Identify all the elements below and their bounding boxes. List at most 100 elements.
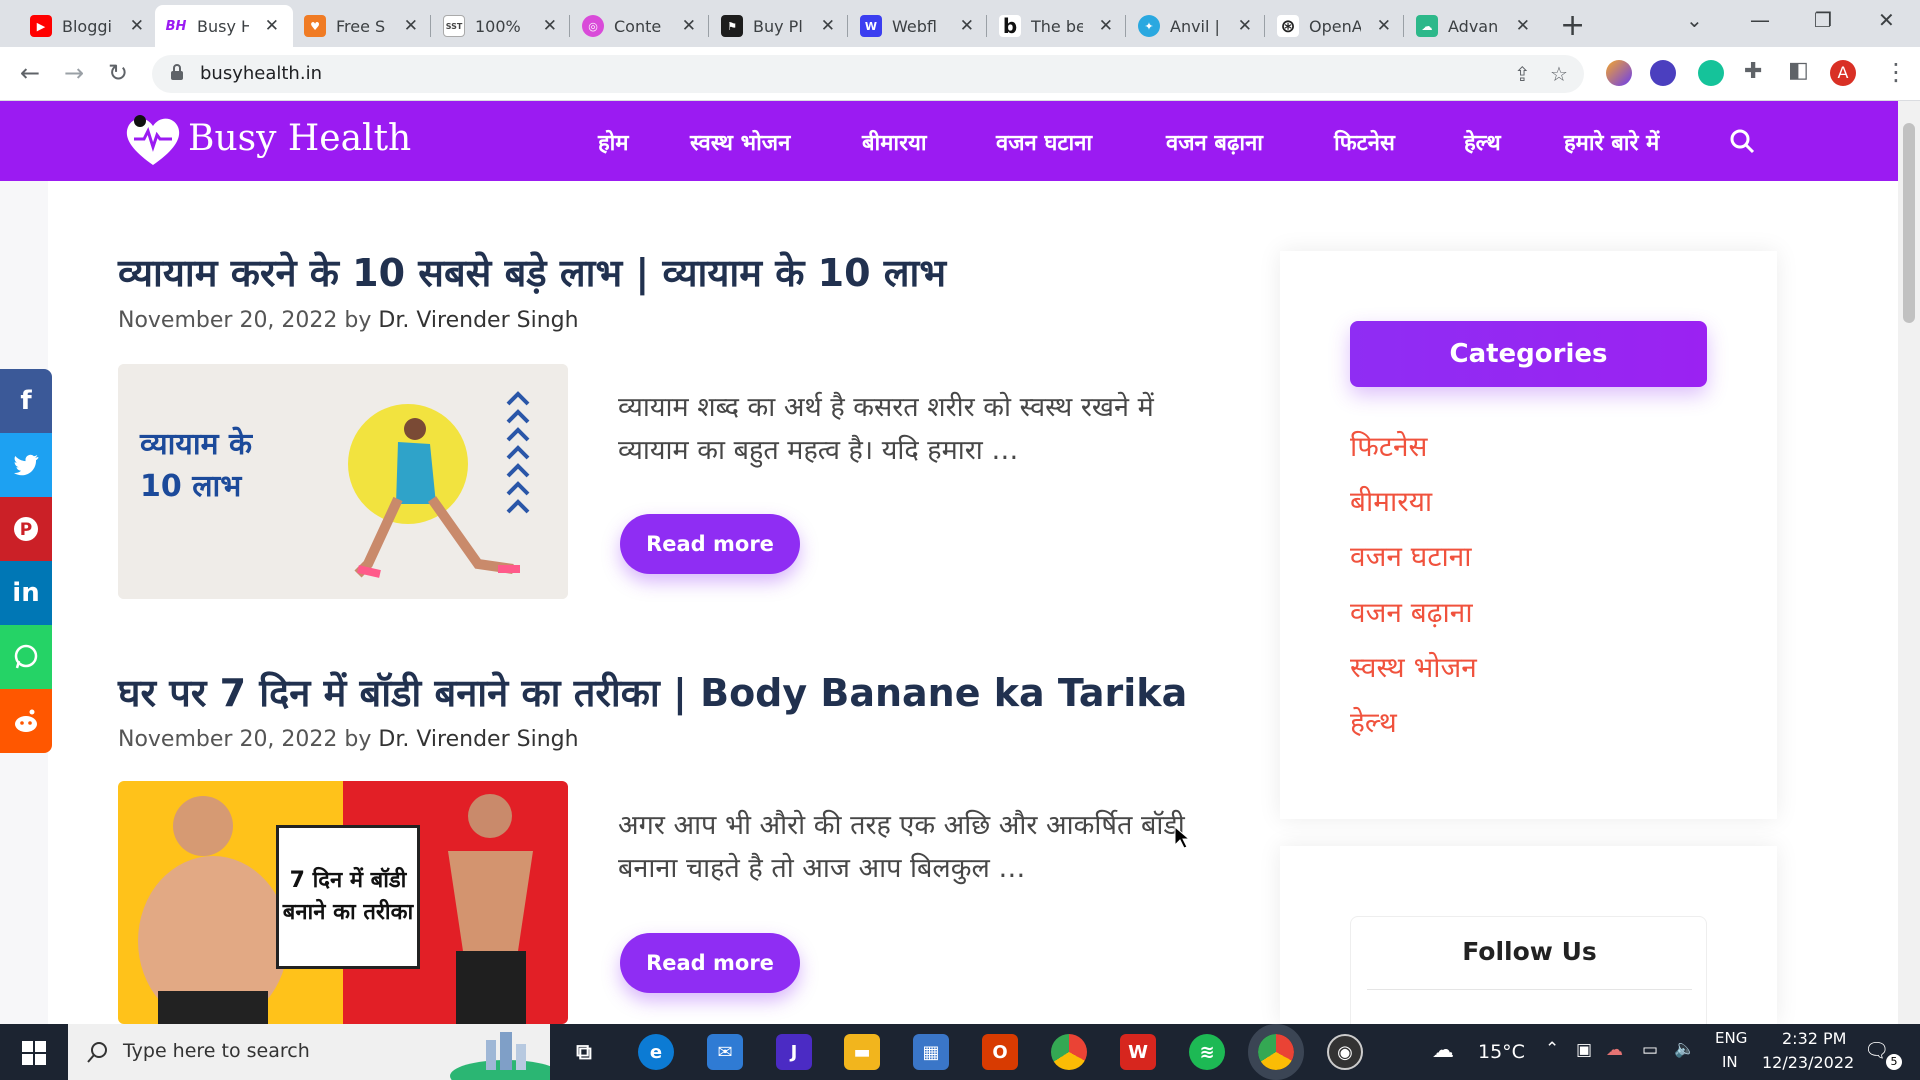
close-icon[interactable]: ✕ (265, 16, 279, 36)
category-link[interactable]: फिटनेस (1350, 427, 1427, 465)
weather-cloud-icon[interactable]: ☁ (1432, 1038, 1454, 1063)
close-icon[interactable]: ✕ (821, 16, 835, 36)
nav-item-healthy-food[interactable]: स्वस्थ भोजन (690, 127, 790, 157)
chrome-icon[interactable] (1051, 1034, 1087, 1070)
post-title[interactable]: व्यायाम करने के 10 सबसे बड़े लाभ | व्याय… (118, 246, 946, 298)
forward-arrow-icon[interactable]: → (64, 59, 84, 87)
restore-icon[interactable]: ❐ (1814, 8, 1832, 32)
nav-item-health[interactable]: हेल्थ (1464, 127, 1501, 157)
taskbar-search-box[interactable]: Type here to search (68, 1024, 550, 1080)
linkedin-share-button[interactable]: in (0, 561, 52, 625)
category-link[interactable]: वजन बढ़ाना (1350, 593, 1473, 631)
nav-item-weight-gain[interactable]: वजन बढ़ाना (1166, 127, 1263, 157)
file-explorer-icon[interactable]: ▬ (844, 1034, 880, 1070)
extension-icon[interactable] (1606, 60, 1632, 86)
tab-openai[interactable]: ⊛ OpenA ✕ (1267, 5, 1405, 47)
post-title[interactable]: घर पर 7 दिन में बॉडी बनाने का तरीका | Bo… (118, 666, 1187, 718)
tab-advan[interactable]: ☁ Advan ✕ (1406, 5, 1544, 47)
w-logo-icon: W (860, 15, 882, 37)
profile-avatar[interactable]: A (1830, 60, 1856, 86)
task-view-icon[interactable]: ⧉ (566, 1034, 602, 1070)
tab-busy-health[interactable]: BH Busy H ✕ (155, 5, 293, 47)
download-extension-icon[interactable] (1650, 60, 1676, 86)
url-text[interactable]: busyhealth.in (200, 63, 322, 84)
browser-menu-icon[interactable]: ⋮ (1884, 58, 1908, 86)
read-more-button[interactable]: Read more (620, 933, 800, 993)
reload-icon[interactable]: ↻ (108, 59, 128, 87)
heart-stethoscope-logo-icon[interactable] (122, 111, 184, 169)
close-icon[interactable]: ✕ (682, 16, 696, 36)
clock-date[interactable]: 12/23/2022 (1762, 1053, 1854, 1072)
search-icon[interactable] (1728, 127, 1756, 155)
scrollbar-thumb[interactable] (1903, 123, 1915, 323)
close-icon[interactable]: ✕ (1377, 16, 1391, 36)
reddit-share-button[interactable] (0, 689, 52, 753)
language-top[interactable]: ENG (1715, 1029, 1747, 1047)
language-bottom[interactable]: IN (1722, 1053, 1738, 1071)
page-scrollbar[interactable] (1898, 101, 1920, 1024)
close-icon[interactable]: ✕ (543, 16, 557, 36)
meet-now-icon[interactable]: ▣ (1576, 1040, 1592, 1060)
nav-item-about-us[interactable]: हमारे बारे में (1564, 127, 1659, 157)
whatsapp-share-button[interactable] (0, 625, 52, 689)
chrome-active-icon[interactable] (1248, 1024, 1304, 1080)
close-icon[interactable]: ✕ (130, 16, 144, 36)
mail-icon[interactable]: ✉ (707, 1034, 743, 1070)
windows-start-icon[interactable] (22, 1041, 46, 1065)
tab-webflow[interactable]: W Webfl ✕ (850, 5, 988, 47)
bookmark-star-icon[interactable]: ☆ (1550, 62, 1568, 86)
network-icon[interactable]: ▭ (1642, 1040, 1658, 1060)
side-panel-icon[interactable]: ◧ (1788, 58, 1809, 83)
close-icon[interactable]: ✕ (960, 16, 974, 36)
category-link[interactable]: स्वस्थ भोजन (1350, 648, 1477, 686)
jetbrains-icon[interactable]: J (776, 1034, 812, 1070)
tab-content[interactable]: ◎ Conte ✕ (572, 5, 710, 47)
minimize-icon[interactable]: — (1750, 8, 1770, 32)
tab-anvil[interactable]: ✦ Anvil | ✕ (1128, 5, 1266, 47)
post-author[interactable]: Dr. Virender Singh (378, 308, 578, 333)
nav-item-fitness[interactable]: फिटनेस (1334, 127, 1395, 157)
tab-free-s[interactable]: ♥ Free S ✕ (294, 5, 432, 47)
tab-100[interactable]: SST 100% ✕ (433, 5, 571, 47)
category-link[interactable]: हेल्थ (1350, 703, 1397, 741)
tab-bloggi[interactable]: ▶ Bloggi ✕ (20, 5, 158, 47)
window-close-icon[interactable]: ✕ (1878, 8, 1895, 32)
category-link[interactable]: वजन घटाना (1350, 537, 1472, 575)
obs-studio-icon[interactable]: ◉ (1327, 1034, 1363, 1070)
nav-item-diseases[interactable]: बीमारया (862, 127, 927, 157)
tab-search-chevron-icon[interactable]: ⌄ (1686, 8, 1703, 32)
office-icon[interactable]: O (982, 1034, 1018, 1070)
pinterest-share-button[interactable]: P (0, 497, 52, 561)
puzzle-extensions-icon[interactable]: ✚ (1744, 59, 1762, 84)
grammarly-icon[interactable] (1698, 60, 1724, 86)
address-bar[interactable]: busyhealth.in ⇪ ☆ (152, 55, 1584, 93)
close-icon[interactable]: ✕ (1099, 16, 1113, 36)
volume-icon[interactable]: 🔈 (1674, 1039, 1695, 1059)
microsoft-store-icon[interactable]: ▦ (913, 1034, 949, 1070)
share-icon[interactable]: ⇪ (1514, 62, 1531, 86)
post-thumbnail[interactable]: 7 दिन में बॉडी बनाने का तरीका (118, 781, 568, 1024)
back-arrow-icon[interactable]: ← (20, 59, 40, 87)
tab-the-be[interactable]: b The be ✕ (989, 5, 1127, 47)
site-logo-text[interactable]: Busy Health (188, 118, 411, 159)
twitter-share-button[interactable] (0, 433, 52, 497)
wps-office-icon[interactable]: W (1120, 1034, 1156, 1070)
read-more-button[interactable]: Read more (620, 514, 800, 574)
close-icon[interactable]: ✕ (1238, 16, 1252, 36)
clock-time[interactable]: 2:32 PM (1782, 1029, 1846, 1048)
nav-item-weight-loss[interactable]: वजन घटाना (996, 127, 1092, 157)
nav-item-home[interactable]: होम (598, 127, 629, 157)
post-author[interactable]: Dr. Virender Singh (378, 727, 578, 752)
category-link[interactable]: बीमारया (1350, 482, 1432, 520)
show-hidden-icons-chevron-icon[interactable]: ⌃ (1545, 1039, 1559, 1059)
post-thumbnail[interactable]: व्यायाम के 10 लाभ (118, 364, 568, 599)
temperature-text[interactable]: 15°C (1478, 1041, 1525, 1063)
onedrive-icon[interactable]: ☁ (1606, 1040, 1623, 1060)
spotify-icon[interactable]: ≋ (1189, 1034, 1225, 1070)
facebook-share-button[interactable]: f (0, 369, 52, 433)
tab-buy-pl[interactable]: ⚑ Buy Pl ✕ (711, 5, 849, 47)
close-icon[interactable]: ✕ (404, 16, 418, 36)
close-icon[interactable]: ✕ (1516, 16, 1530, 36)
edge-icon[interactable]: e (638, 1034, 674, 1070)
new-tab-button[interactable]: + (1560, 8, 1585, 43)
